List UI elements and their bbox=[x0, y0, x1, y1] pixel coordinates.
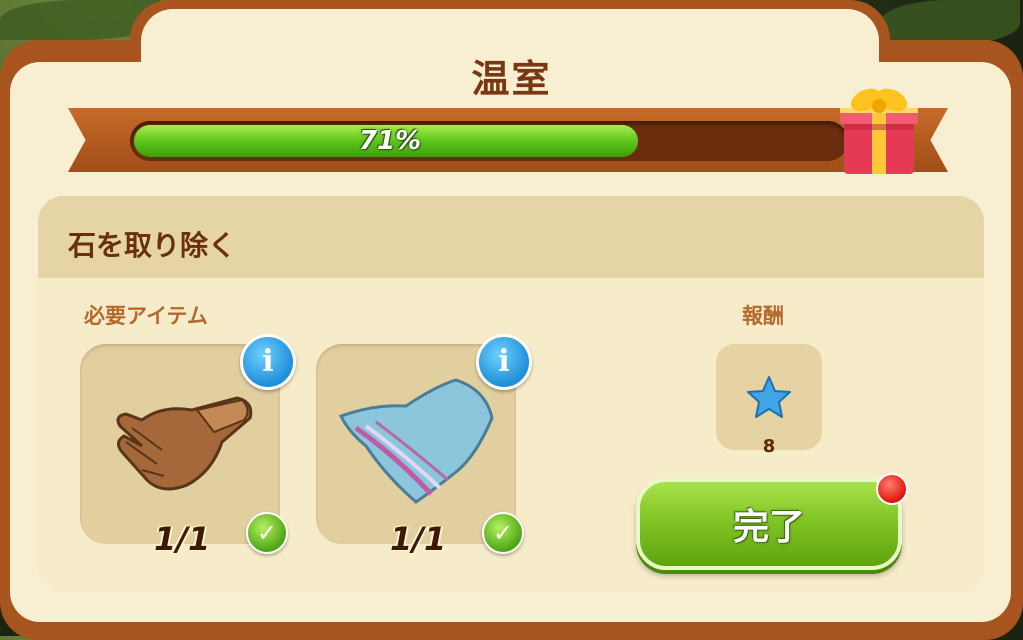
checkmark-icon: ✓ bbox=[246, 512, 288, 554]
info-icon[interactable]: i bbox=[476, 334, 532, 390]
blue-star-icon bbox=[747, 376, 791, 418]
cloth-icon bbox=[338, 378, 494, 504]
progress-label: 71% bbox=[358, 126, 422, 156]
reward-label: 報酬 bbox=[742, 304, 784, 328]
checkmark-icon: ✓ bbox=[482, 512, 524, 554]
item-count: 1/1 bbox=[154, 520, 211, 558]
required-item-slot: i 1/1 ✓ bbox=[316, 334, 532, 558]
notification-dot bbox=[876, 473, 908, 505]
gift-box-icon[interactable] bbox=[836, 78, 922, 178]
complete-button[interactable]: 完了 bbox=[636, 478, 902, 570]
reward-amount: 8 bbox=[762, 436, 776, 457]
required-items-label: 必要アイテム bbox=[84, 304, 208, 328]
glove-icon bbox=[116, 396, 253, 491]
required-item-slot: i 1/1 ✓ bbox=[80, 334, 296, 558]
reward-slot bbox=[716, 344, 822, 450]
item-count: 1/1 bbox=[390, 520, 447, 558]
task-name: 石を取り除く bbox=[68, 229, 237, 262]
info-icon[interactable]: i bbox=[240, 334, 296, 390]
background-foliage bbox=[880, 0, 1020, 45]
